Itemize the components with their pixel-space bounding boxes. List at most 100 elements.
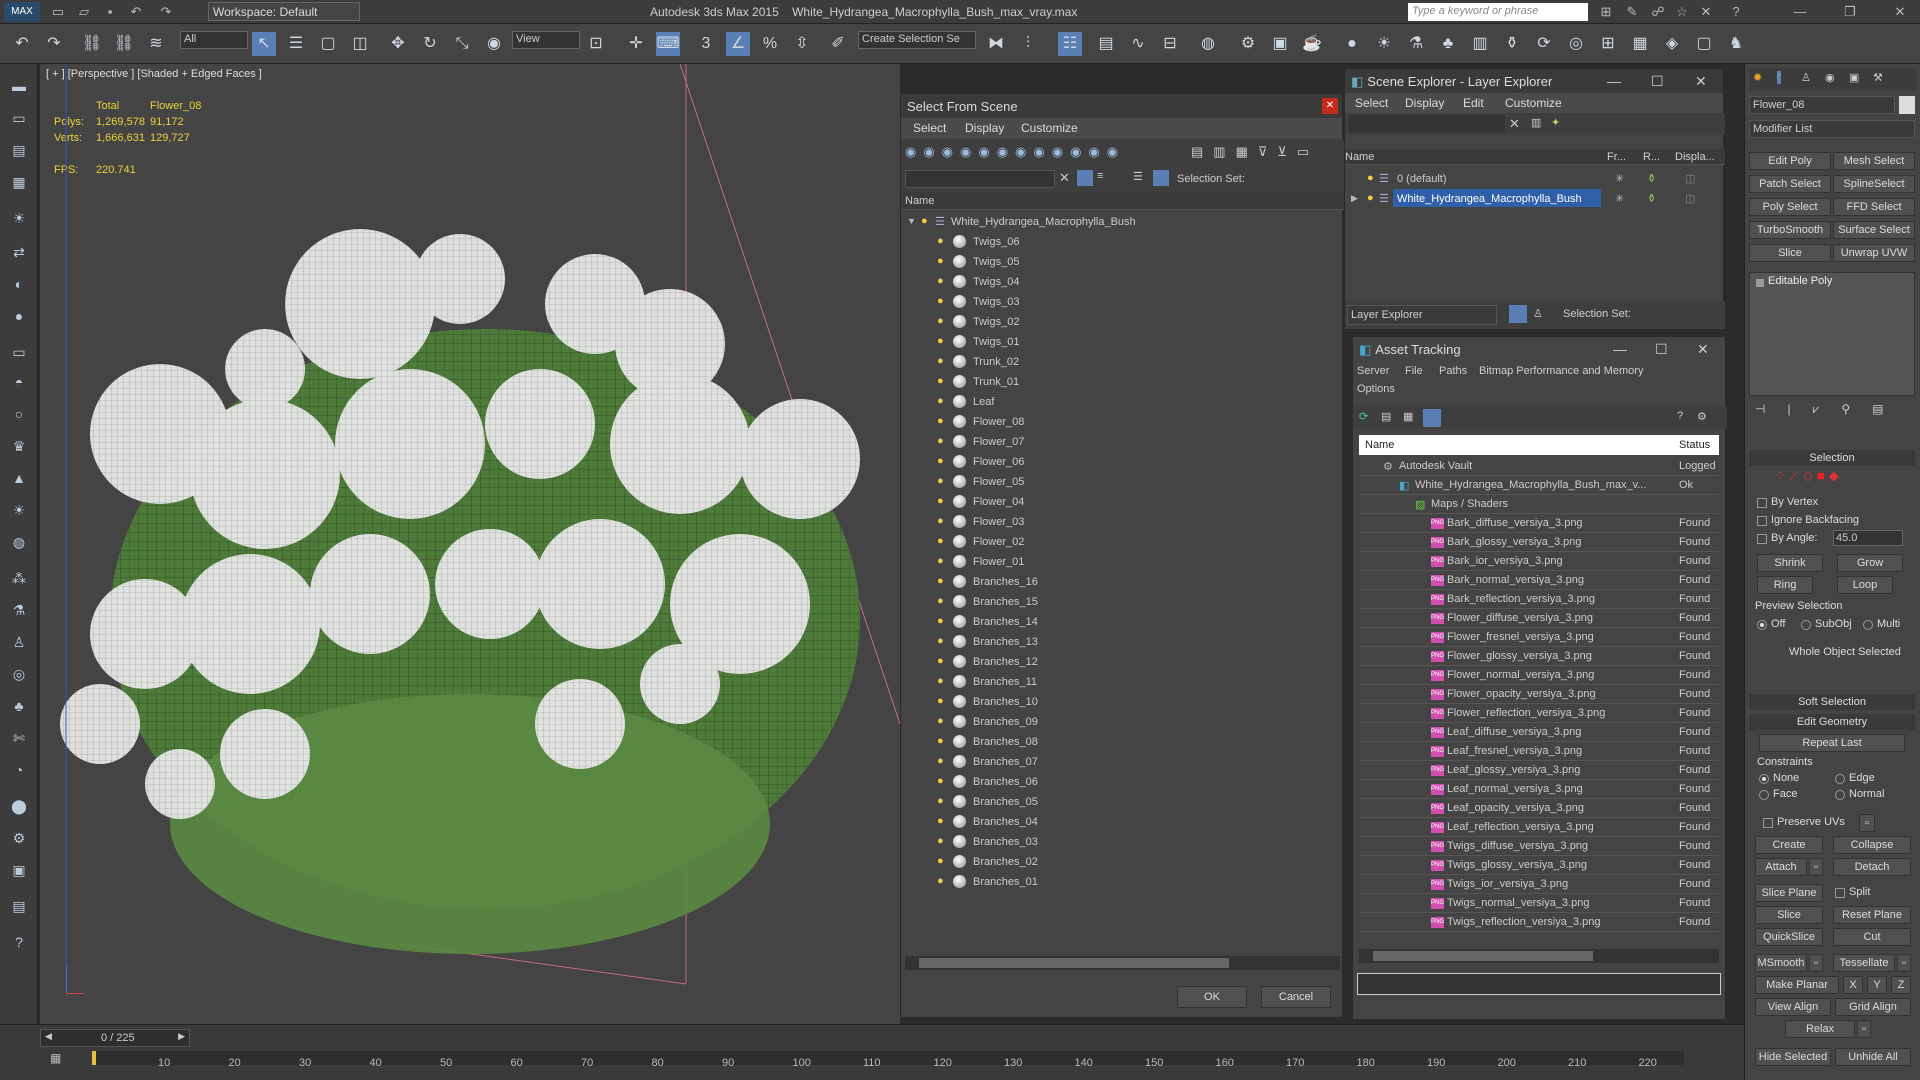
collapse-button[interactable]: Collapse [1833, 836, 1911, 854]
stack-tool-icons[interactable]: ⊣|⩗⚲▤ [1749, 402, 1915, 422]
menu-select[interactable]: Select [913, 121, 946, 135]
strip-tool-icon[interactable]: ✄ [7, 726, 31, 750]
lightbulb-icon[interactable]: ● [937, 375, 944, 387]
settings-icon[interactable]: ⚙ [1697, 410, 1707, 423]
preserve-uvs-checkbox[interactable] [1763, 818, 1773, 828]
strip-tool-icon[interactable]: ♛ [7, 434, 31, 458]
list-icon[interactable]: ▤ [1381, 410, 1391, 423]
redo-icon[interactable]: ↷ [42, 32, 66, 56]
freeze-icon[interactable]: ✳ [1615, 172, 1624, 185]
reference-coordinate-dropdown[interactable]: View [512, 31, 580, 49]
help-icon[interactable]: ? [1677, 410, 1683, 422]
toggle-ribbon-icon[interactable]: ▤ [1094, 32, 1118, 56]
menu-paths[interactable]: Paths [1439, 365, 1467, 377]
hierarchy-tab-icon[interactable]: ♙ [1801, 71, 1811, 84]
create-button[interactable]: Create [1755, 836, 1823, 854]
lightbulb-icon[interactable]: ● [937, 855, 944, 867]
minimize-icon[interactable]: — [1613, 341, 1627, 357]
constraint-normal-radio[interactable] [1835, 790, 1845, 800]
filter-icon[interactable]: ▥ [1531, 116, 1541, 129]
modifier-button[interactable]: Patch Select [1749, 175, 1831, 193]
motion-tab-icon[interactable]: ◉ [1825, 71, 1835, 84]
clear-search-icon[interactable]: ✕ [1059, 170, 1070, 186]
tree-item[interactable]: ● Trunk_02 [901, 352, 1344, 372]
render-setup-icon[interactable]: ⚙ [1236, 32, 1260, 56]
tree-item[interactable]: ● Branches_14 [901, 612, 1344, 632]
asset-row-map[interactable]: PNG Bark_glossy_versiya_3.png Found [1359, 533, 1719, 552]
strip-tool-icon[interactable]: ▤ [7, 138, 31, 162]
utilities-tab-icon[interactable]: ⚒ [1873, 71, 1883, 84]
lightbulb-icon[interactable]: ● [937, 255, 944, 267]
track-bar-icon[interactable]: ▦ [50, 1051, 61, 1065]
save-file-icon[interactable]: ▪ [100, 2, 120, 22]
layer-row[interactable]: ● ☰ 0 (default) ✳ ⚱ ◫ [1345, 169, 1723, 189]
open-file-icon[interactable]: ▱ [74, 2, 94, 22]
lightbulb-icon[interactable]: ● [1367, 172, 1374, 184]
tree-item[interactable]: ● Flower_01 [901, 552, 1344, 572]
link-icon[interactable]: ⛓ [80, 32, 104, 56]
strip-light-icon[interactable]: ☀ [7, 206, 31, 230]
tree-item[interactable]: ● Flower_08 [901, 412, 1344, 432]
asset-row-map[interactable]: PNG Leaf_diffuse_versiya_3.png Found [1359, 723, 1719, 742]
sun-icon[interactable]: ☀ [1372, 32, 1396, 56]
star-icon[interactable]: ☆ [1672, 2, 1692, 22]
close-icon[interactable]: ✕ [1695, 73, 1707, 90]
edit-geometry-rollout-header[interactable]: Edit Geometry [1749, 714, 1915, 730]
tree-item[interactable]: ● Branches_08 [901, 732, 1344, 752]
asset-row-group[interactable]: ▧ Maps / Shaders [1359, 495, 1719, 514]
column-display[interactable]: Displa... [1675, 151, 1715, 163]
planar-z-button[interactable]: Z [1891, 976, 1911, 994]
snaps-toggle-icon[interactable]: 3 [694, 32, 718, 56]
tree-item[interactable]: ● Branches_04 [901, 812, 1344, 832]
subobject-icons[interactable]: ⁘⟋◇■◆ [1775, 468, 1843, 484]
layer-explorer-icon[interactable]: ☷ [1058, 32, 1082, 56]
tree-item[interactable]: ● Branches_05 [901, 792, 1344, 812]
tree-item[interactable]: ● Leaf [901, 392, 1344, 412]
menu-options[interactable]: Options [1357, 383, 1395, 395]
unlink-icon[interactable]: ⛓ [112, 32, 136, 56]
grow-button[interactable]: Grow [1837, 554, 1903, 572]
menu-display[interactable]: Display [1405, 96, 1444, 110]
column-status[interactable]: Status [1679, 439, 1710, 451]
lightbulb-icon[interactable]: ● [937, 575, 944, 587]
detach-button[interactable]: Detach [1833, 858, 1911, 876]
modifier-list-dropdown[interactable]: Modifier List [1749, 120, 1915, 138]
tree-item[interactable]: ● Branches_07 [901, 752, 1344, 772]
relax-button[interactable]: Relax [1785, 1020, 1855, 1038]
rotate-icon[interactable]: ↻ [418, 32, 442, 56]
tree-item[interactable]: ● Flower_02 [901, 532, 1344, 552]
tree-item[interactable]: ● Flower_04 [901, 492, 1344, 512]
vray-icon[interactable]: ◎ [1564, 32, 1588, 56]
tree-item[interactable]: ● Branches_01 [901, 872, 1344, 892]
asset-row-map[interactable]: PNG Flower_reflection_versiya_3.png Found [1359, 704, 1719, 723]
strip-tool-icon[interactable]: ◎ [7, 662, 31, 686]
edit-named-selection-icon[interactable]: ✐ [826, 32, 850, 56]
lightbulb-icon[interactable]: ● [937, 415, 944, 427]
modifier-button[interactable]: Surface Select [1833, 221, 1915, 239]
strip-help-icon[interactable]: ? [7, 930, 31, 954]
horizontal-scrollbar[interactable] [1359, 949, 1719, 963]
strip-tool-icon[interactable]: ▲ [7, 466, 31, 490]
layer-row-selected[interactable]: ▶ ● ☰ White_Hydrangea_Macrophylla_Bush ✳… [1345, 189, 1723, 209]
tree-icon[interactable]: ♣ [1436, 32, 1460, 56]
column-render[interactable]: R... [1643, 151, 1660, 163]
menu-customize[interactable]: Customize [1505, 96, 1562, 110]
app-menu-button[interactable]: MAX [4, 2, 40, 22]
menu-file[interactable]: File [1405, 365, 1423, 377]
detail-icon[interactable]: ▦ [1403, 410, 1413, 423]
maximize-icon[interactable]: ☐ [1655, 341, 1668, 358]
slice-button[interactable]: Slice [1755, 906, 1823, 924]
prev-frame-icon[interactable]: ◀ [45, 1031, 52, 1042]
strip-tool-icon[interactable]: ◍ [7, 530, 31, 554]
lightbulb-icon[interactable]: ● [937, 715, 944, 727]
create-tab-icon[interactable]: ✹ [1753, 71, 1762, 84]
redo-small-icon[interactable]: ↷ [156, 2, 176, 22]
name-column-header[interactable]: Name [901, 192, 1344, 210]
minimize-icon[interactable]: — [1607, 73, 1621, 89]
strip-tool-icon[interactable]: ◓ [7, 370, 31, 394]
lightbulb-icon[interactable]: ● [921, 215, 928, 227]
lightbulb-icon[interactable]: ● [937, 355, 944, 367]
lightbulb-icon[interactable]: ● [937, 235, 944, 247]
strip-tool-icon[interactable]: ⚙ [7, 826, 31, 850]
preview-off-radio[interactable] [1757, 620, 1767, 630]
